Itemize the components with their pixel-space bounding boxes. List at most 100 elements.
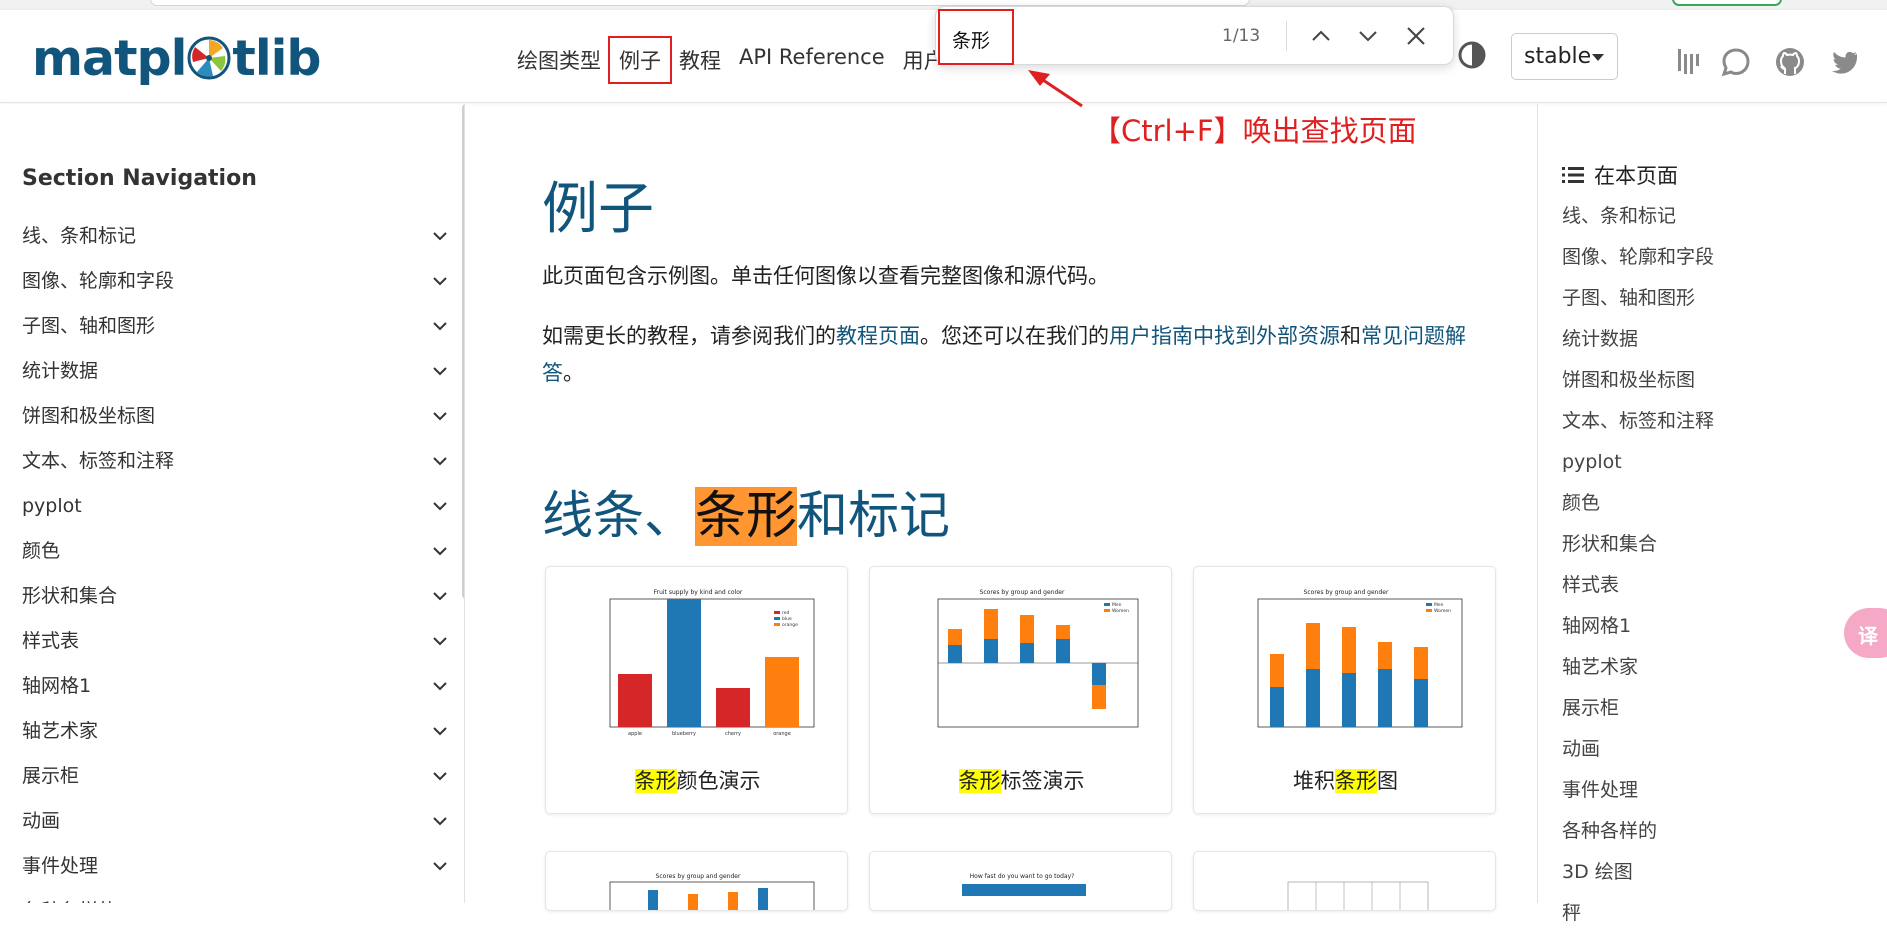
sidebar-item[interactable]: 统计数据	[0, 351, 460, 396]
find-previous-icon[interactable]	[1307, 22, 1335, 50]
thumb-title: Fruit supply by kind and color	[654, 589, 743, 596]
toc-item[interactable]: 动画	[1562, 731, 1714, 772]
toc-item[interactable]: pyplot	[1562, 444, 1714, 485]
chevron-down-icon[interactable]	[432, 858, 448, 874]
example-card-stacked-bar[interactable]: Scores by group and gender Men Women 堆积条…	[1193, 566, 1496, 814]
tutorials-link[interactable]: 教程页面	[836, 324, 920, 348]
toc-item[interactable]: 轴网格1	[1562, 608, 1714, 649]
grouped-bar-thumbnail: Scores by group and gender	[609, 873, 815, 910]
svg-text:Men: Men	[1434, 602, 1444, 608]
chevron-down-icon[interactable]	[432, 273, 448, 289]
toc-item[interactable]: 子图、轴和图形	[1562, 280, 1714, 321]
toc-item[interactable]: 展示柜	[1562, 690, 1714, 731]
top-nav: 绘图类型 例子 教程 API Reference 用户	[508, 36, 954, 84]
sidebar-item[interactable]: 子图、轴和图形	[0, 306, 460, 351]
browser-extension-pill[interactable]	[1672, 0, 1782, 6]
chevron-down-icon[interactable]	[432, 588, 448, 604]
list-icon	[1562, 167, 1584, 183]
find-input[interactable]: 条形	[938, 9, 1014, 65]
sidebar-item[interactable]: 动画	[0, 801, 460, 846]
sidebar-item[interactable]: 图像、轮廓和字段	[0, 261, 460, 306]
example-card-caption: 条形标签演示	[958, 769, 1085, 793]
svg-text:red: red	[782, 610, 790, 616]
toc-item[interactable]: 样式表	[1562, 567, 1714, 608]
chevron-down-icon[interactable]	[432, 408, 448, 424]
toc-item[interactable]: 形状和集合	[1562, 526, 1714, 567]
toc-item[interactable]: 线、条和标记	[1562, 198, 1714, 239]
sidebar-item[interactable]: 各种各样的	[0, 891, 460, 903]
chevron-down-icon[interactable]	[432, 453, 448, 469]
section-heading: 线条、条形和标记	[542, 487, 951, 546]
thumb-title: Scores by group and gender	[1304, 589, 1389, 596]
example-card-table[interactable]	[1193, 851, 1496, 911]
page-title: 例子	[542, 177, 654, 242]
users-guide-link[interactable]: 用户指南中找到外部资源	[1109, 324, 1340, 348]
sidebar-item[interactable]: 展示柜	[0, 756, 460, 801]
sidebar-item[interactable]: pyplot	[0, 486, 460, 531]
theme-toggle-icon[interactable]	[1457, 40, 1487, 70]
example-card-horizontal-bar[interactable]: How fast do you want to go today?	[869, 851, 1172, 911]
sidebar-item[interactable]: 样式表	[0, 621, 460, 666]
chevron-down-icon[interactable]	[432, 768, 448, 784]
chevron-down-icon[interactable]	[432, 498, 448, 514]
find-next-icon[interactable]	[1354, 22, 1382, 50]
example-card-bar-label-demo[interactable]: Scores by group and gender Men Women 条形标…	[869, 566, 1172, 814]
chevron-down-icon[interactable]	[432, 543, 448, 559]
sidebar-item[interactable]: 事件处理	[0, 846, 460, 891]
sidebar-scrollbar[interactable]	[462, 104, 464, 599]
github-icon[interactable]	[1774, 46, 1806, 78]
nav-plot-types[interactable]: 绘图类型	[508, 38, 610, 82]
chevron-down-icon[interactable]	[432, 723, 448, 739]
find-divider	[1286, 21, 1287, 51]
toc-item[interactable]: 文本、标签和注释	[1562, 403, 1714, 444]
gitter-icon[interactable]	[1672, 46, 1704, 78]
toc-item[interactable]: 事件处理	[1562, 772, 1714, 813]
thumb-title: Scores by group and gender	[980, 589, 1065, 596]
example-card-bar-colors[interactable]: Fruit supply by kind and color apple blu…	[545, 566, 848, 814]
sidebar-item[interactable]: 文本、标签和注释	[0, 441, 460, 486]
sidebar-item[interactable]: 饼图和极坐标图	[0, 396, 460, 441]
toc-item[interactable]: 3D 绘图	[1562, 854, 1714, 895]
sidebar-item[interactable]: 轴网格1	[0, 666, 460, 711]
nav-tutorials[interactable]: 教程	[670, 38, 730, 82]
translate-float-button[interactable]: 译	[1844, 608, 1887, 658]
twitter-icon[interactable]	[1828, 46, 1860, 78]
horizontal-bar-thumbnail: How fast do you want to go today?	[962, 873, 1086, 896]
toc-item[interactable]: 秤	[1562, 895, 1714, 936]
version-select[interactable]: stable	[1511, 33, 1618, 80]
chevron-down-icon[interactable]	[432, 363, 448, 379]
nav-examples[interactable]: 例子	[608, 36, 672, 84]
sidebar-item[interactable]: 颜色	[0, 531, 460, 576]
toc-item[interactable]: 颜色	[1562, 485, 1714, 526]
matplotlib-logo[interactable]: matpl tlib	[32, 28, 322, 88]
toc-item[interactable]: 统计数据	[1562, 321, 1714, 362]
example-card-grouped-bar[interactable]: Scores by group and gender	[545, 851, 848, 911]
toc-item[interactable]: 饼图和极坐标图	[1562, 362, 1714, 403]
example-card-caption: 条形颜色演示	[634, 769, 761, 793]
toc-item[interactable]: 图像、轮廓和字段	[1562, 239, 1714, 280]
chevron-down-icon[interactable]	[432, 318, 448, 334]
example-card-caption: 堆积条形图	[1293, 769, 1398, 793]
find-match: 条形	[1335, 769, 1377, 793]
svg-text:Men: Men	[1112, 602, 1122, 608]
nav-api-reference[interactable]: API Reference	[730, 38, 894, 82]
intro-paragraph: 此页面包含示例图。单击任何图像以查看完整图像和源代码。	[542, 264, 1109, 288]
svg-text:blue: blue	[782, 616, 792, 622]
sidebar-item[interactable]: 形状和集合	[0, 576, 460, 621]
section-navigation-title: Section Navigation	[22, 166, 257, 191]
chevron-down-icon[interactable]	[432, 633, 448, 649]
toc-item[interactable]: 各种各样的	[1562, 813, 1714, 854]
svg-text:orange: orange	[782, 622, 798, 628]
toc-item[interactable]: 轴艺术家	[1562, 649, 1714, 690]
find-in-page-bar: 条形 1/13	[935, 6, 1454, 65]
bar-label-thumbnail: Scores by group and gender Men Women	[937, 589, 1139, 728]
chevron-down-icon[interactable]	[432, 813, 448, 829]
discourse-icon[interactable]	[1720, 46, 1752, 78]
find-close-icon[interactable]	[1402, 22, 1430, 50]
thumb-title: Scores by group and gender	[656, 873, 741, 880]
chevron-down-icon[interactable]	[432, 228, 448, 244]
sidebar-item[interactable]: 线、条和标记	[0, 216, 460, 261]
thumb-title: How fast do you want to go today?	[970, 873, 1075, 880]
sidebar-item[interactable]: 轴艺术家	[0, 711, 460, 756]
chevron-down-icon[interactable]	[432, 678, 448, 694]
